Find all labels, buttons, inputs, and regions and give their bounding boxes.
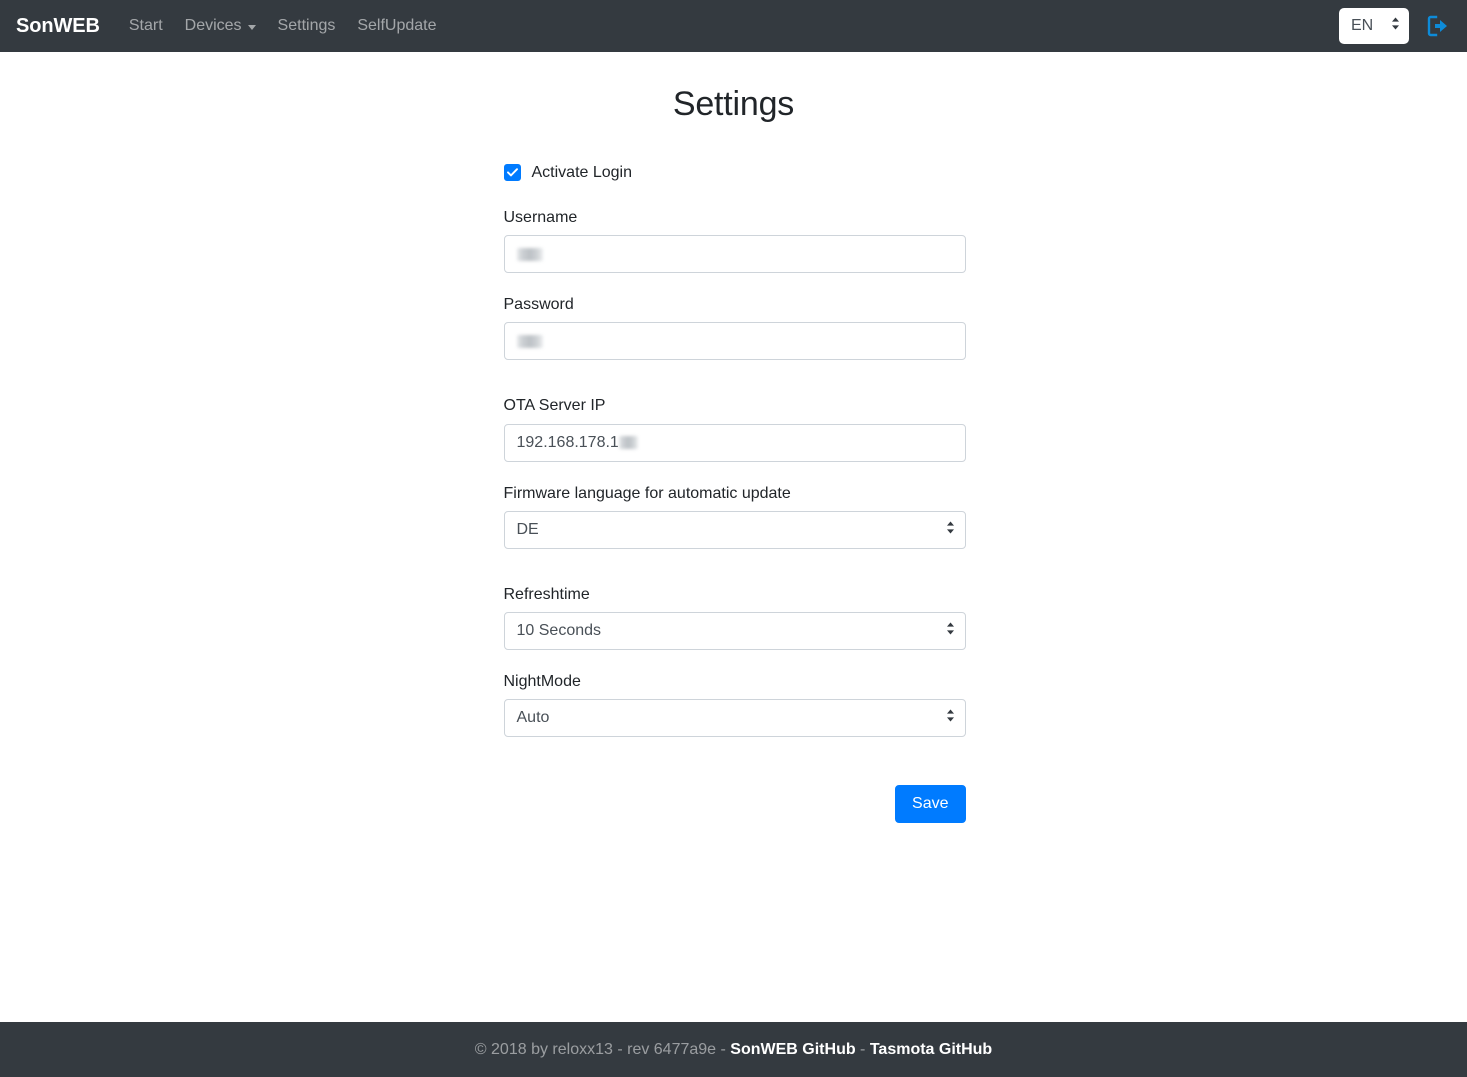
footer-separator: -: [855, 1040, 870, 1058]
nav-item-selfupdate[interactable]: SelfUpdate: [346, 10, 447, 42]
activate-login-label[interactable]: Activate Login: [532, 164, 633, 181]
firmware-language-select-wrapper: DE: [503, 510, 966, 549]
nightmode-select[interactable]: Auto: [503, 699, 966, 738]
firmware-language-label: Firmware language for automatic update: [503, 484, 791, 502]
ota-server-ip-redaction: [618, 436, 638, 450]
check-icon: [506, 168, 518, 177]
navbar-right-controls: EN: [1339, 8, 1453, 44]
language-select[interactable]: EN: [1339, 8, 1409, 44]
page-title: Settings: [672, 85, 795, 123]
main-content: Settings Activate Login Username Passwor…: [0, 52, 1467, 1022]
username-redaction: [516, 247, 543, 261]
settings-form: Activate Login Username Password OTA Ser…: [503, 124, 966, 824]
nav-item-devices[interactable]: Devices: [174, 10, 267, 42]
save-row: Save: [504, 785, 966, 824]
ota-server-ip-label: OTA Server IP: [503, 397, 606, 415]
footer-link-tasmota-github[interactable]: Tasmota GitHub: [870, 1041, 992, 1059]
refreshtime-select-wrapper: 10 Seconds: [503, 611, 966, 650]
nav-links: Start Devices Settings SelfUpdate: [118, 10, 448, 42]
top-navbar: SonWEB Start Devices Settings SelfUpdate…: [0, 0, 1467, 52]
nightmode-select-wrapper: Auto: [503, 699, 966, 738]
language-select-wrapper: EN: [1339, 8, 1409, 44]
footer: © 2018 by reloxx13 - rev 6477a9e - SonWE…: [0, 1022, 1467, 1077]
nav-item-start[interactable]: Start: [118, 10, 174, 42]
activate-login-row: Activate Login: [503, 163, 966, 182]
username-label: Username: [503, 209, 578, 226]
refreshtime-select[interactable]: 10 Seconds: [503, 611, 966, 650]
password-input[interactable]: [503, 322, 966, 361]
firmware-language-select[interactable]: DE: [503, 510, 966, 549]
ota-server-ip-input[interactable]: 192.168.178.1: [503, 423, 966, 462]
activate-login-checkbox[interactable]: [503, 164, 521, 181]
nav-item-settings[interactable]: Settings: [267, 10, 347, 42]
logout-icon[interactable]: [1423, 11, 1453, 41]
footer-copyright: © 2018 by reloxx13 - rev 6477a9e -: [474, 1040, 731, 1058]
password-label: Password: [503, 296, 574, 314]
username-input[interactable]: [503, 235, 966, 274]
save-button[interactable]: Save: [895, 785, 966, 824]
ota-server-ip-value: 192.168.178.1: [516, 433, 619, 451]
nightmode-label: NightMode: [503, 672, 581, 690]
refreshtime-label: Refreshtime: [503, 585, 590, 603]
brand-logo[interactable]: SonWEB: [16, 16, 100, 36]
footer-link-sonweb-github[interactable]: SonWEB GitHub: [730, 1041, 855, 1059]
password-redaction: [516, 334, 543, 348]
app-window: SonWEB Start Devices Settings SelfUpdate…: [0, 0, 1467, 1077]
